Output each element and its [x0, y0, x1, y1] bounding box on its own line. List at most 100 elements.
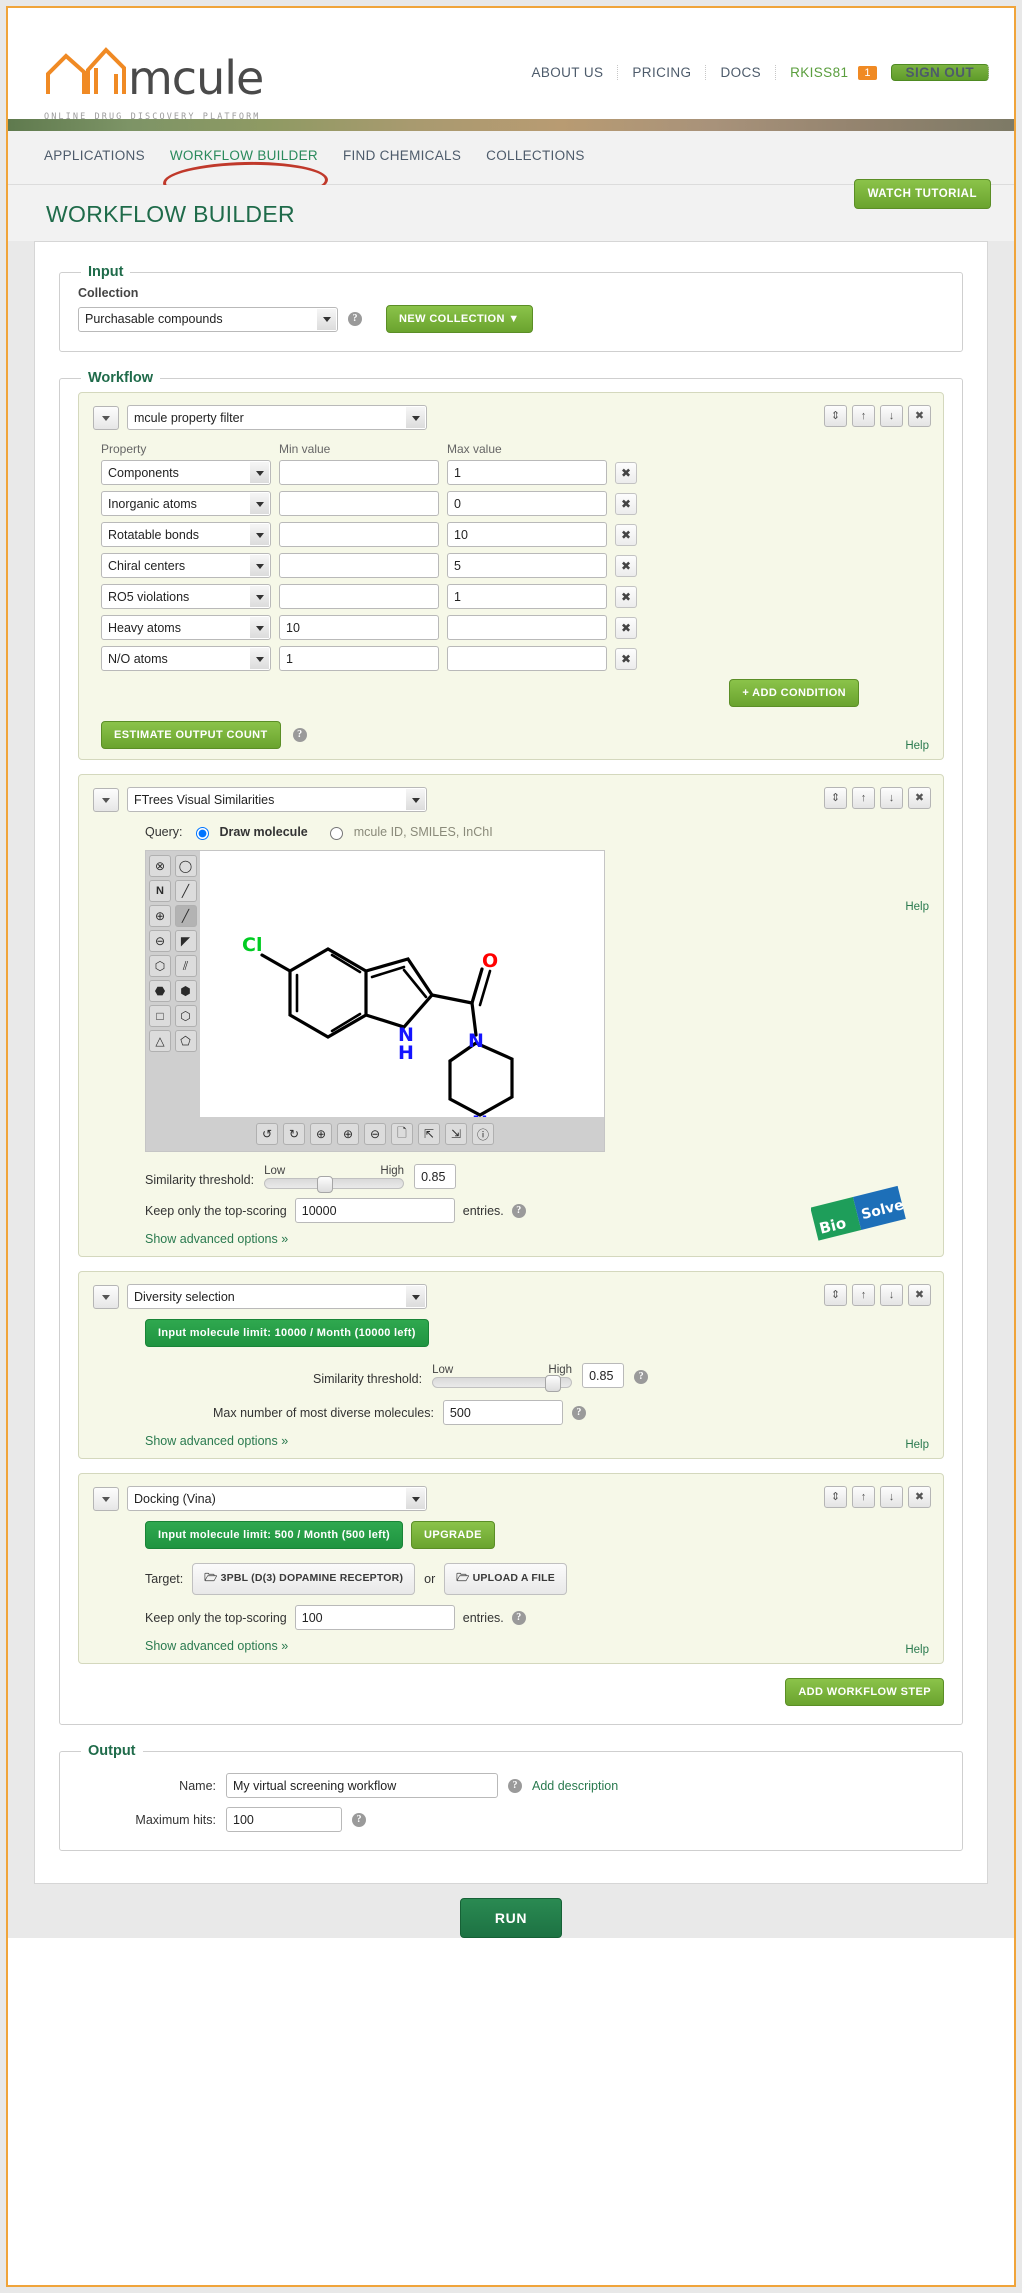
step4-topscoring-help-icon[interactable]: ? — [511, 1610, 526, 1625]
nav-docs[interactable]: DOCS — [706, 65, 777, 80]
output-name-input[interactable] — [226, 1773, 498, 1798]
move-up-icon[interactable]: ↑ — [852, 405, 875, 427]
remove-step-icon[interactable]: ✖ — [908, 1284, 931, 1306]
condition-property-select[interactable]: Heavy atoms — [101, 615, 271, 640]
estimate-help-icon[interactable]: ? — [292, 728, 307, 742]
remove-condition-icon[interactable]: ✖ — [615, 461, 637, 484]
shape-triangle-icon[interactable]: △ — [149, 1030, 171, 1052]
lasso-icon[interactable]: ◯ — [174, 855, 197, 877]
tab-collections[interactable]: COLLECTIONS — [486, 148, 585, 163]
ring-hexagon-icon[interactable]: ⬡ — [174, 1005, 197, 1027]
bond-wedge-icon[interactable]: ◤ — [174, 930, 197, 952]
condition-min-input[interactable] — [279, 460, 439, 485]
redo-icon[interactable]: ↻ — [283, 1123, 305, 1145]
nav-about-us[interactable]: ABOUT US — [517, 65, 619, 80]
step2-similarity-slider[interactable] — [264, 1176, 405, 1193]
center-icon[interactable]: ⊕ — [310, 1123, 332, 1145]
move-up-icon[interactable]: ↑ — [852, 1284, 875, 1306]
step2-similarity-value[interactable] — [414, 1164, 457, 1189]
move-down-icon[interactable]: ↓ — [880, 787, 903, 809]
charge-plus-icon[interactable]: ⊕ — [149, 905, 171, 927]
import-icon[interactable]: ⇱ — [418, 1123, 440, 1145]
step2-type-select[interactable]: FTrees Visual Similarities — [127, 787, 427, 812]
add-condition-button[interactable]: + ADD CONDITION — [729, 679, 859, 707]
collection-select[interactable]: Purchasable compounds — [78, 306, 338, 332]
remove-condition-icon[interactable]: ✖ — [615, 647, 637, 670]
notification-badge[interactable]: 1 — [858, 65, 877, 80]
zoom-in-icon[interactable]: ⊕ — [337, 1123, 359, 1145]
remove-step-icon[interactable]: ✖ — [908, 787, 931, 809]
ring-heptagon-icon[interactable]: ⬡ — [149, 955, 171, 977]
add-workflow-step-button[interactable]: ADD WORKFLOW STEP — [785, 1678, 944, 1706]
run-button[interactable]: RUN — [459, 1898, 563, 1938]
nav-username[interactable]: RKISS81 — [776, 65, 854, 80]
condition-property-select-wrap[interactable]: RO5 violations — [101, 584, 271, 609]
condition-property-select[interactable]: Components — [101, 460, 271, 485]
shape-square-icon[interactable]: □ — [149, 1005, 171, 1027]
step3-help-link[interactable]: Help — [905, 1439, 929, 1451]
step4-type-select[interactable]: Docking (Vina) — [127, 1486, 427, 1511]
slider-knob[interactable] — [545, 1375, 562, 1392]
move-down-icon[interactable]: ↓ — [880, 405, 903, 427]
bond-single-icon[interactable]: ╱ — [174, 905, 197, 927]
condition-max-input[interactable] — [447, 491, 607, 516]
condition-min-input[interactable] — [279, 584, 439, 609]
query-radio-draw[interactable] — [195, 827, 209, 840]
condition-property-select[interactable]: N/O atoms — [101, 646, 271, 671]
molecule-canvas[interactable]: Cl N H O N N — [200, 851, 604, 1151]
step3-type-select[interactable]: Diversity selection — [127, 1284, 427, 1309]
export-icon[interactable]: ⇲ — [445, 1123, 467, 1145]
mcule-logo[interactable]: mcule — [44, 38, 264, 105]
collapse-toggle-icon[interactable] — [93, 787, 119, 812]
molecule-editor[interactable]: ⊗ ◯ N ╱ ⊕ ╱ ⊖ ◤ ⬡ ⫽ ⬣ ⬢ □ ⬡ △ ⬠ Cl N H O… — [145, 850, 605, 1152]
move-down-icon[interactable]: ↓ — [880, 1486, 903, 1508]
step1-help-link[interactable]: Help — [905, 740, 929, 752]
condition-min-input[interactable] — [279, 553, 439, 578]
step3-similarity-help-icon[interactable]: ? — [634, 1370, 649, 1384]
condition-property-select-wrap[interactable]: Components — [101, 460, 271, 485]
erase-icon[interactable]: ⊗ — [149, 855, 171, 877]
step3-similarity-slider[interactable] — [432, 1375, 573, 1392]
charge-minus-icon[interactable]: ⊖ — [149, 930, 171, 952]
bond-hash-icon[interactable]: ⫽ — [174, 955, 197, 977]
move-down-icon[interactable]: ↓ — [880, 1284, 903, 1306]
upload-file-button[interactable]: 🗁 UPLOAD A FILE — [444, 1563, 567, 1595]
condition-property-select-wrap[interactable]: Heavy atoms — [101, 615, 271, 640]
collapse-toggle-icon[interactable] — [93, 405, 119, 430]
max-hits-input[interactable] — [226, 1807, 342, 1832]
atom-n-icon[interactable]: N — [149, 880, 171, 902]
remove-condition-icon[interactable]: ✖ — [615, 492, 637, 515]
condition-min-input[interactable] — [279, 491, 439, 516]
step3-max-diverse-help-icon[interactable]: ? — [571, 1405, 586, 1420]
condition-max-input[interactable] — [447, 553, 607, 578]
condition-property-select[interactable]: Rotatable bonds — [101, 522, 271, 547]
condition-max-input[interactable] — [447, 522, 607, 547]
condition-min-input[interactable] — [279, 615, 439, 640]
condition-max-input[interactable] — [447, 646, 607, 671]
move-up-icon[interactable]: ↑ — [852, 1486, 875, 1508]
step2-type-select-wrap[interactable]: FTrees Visual Similarities — [127, 787, 427, 812]
condition-max-input[interactable] — [447, 615, 607, 640]
collection-help-icon[interactable]: ? — [348, 312, 362, 326]
step3-max-diverse-input[interactable] — [442, 1400, 563, 1425]
step1-type-select[interactable]: mcule property filter — [127, 405, 427, 430]
step1-type-select-wrap[interactable]: mcule property filter — [127, 405, 427, 430]
ring-pentagon-icon[interactable]: ⬠ — [174, 1030, 197, 1052]
condition-min-input[interactable] — [279, 646, 439, 671]
upgrade-button[interactable]: UPGRADE — [411, 1521, 495, 1549]
target-select-button[interactable]: 🗁 3PBL (D(3) DOPAMINE RECEPTOR) — [192, 1563, 416, 1595]
tab-applications[interactable]: APPLICATIONS — [44, 148, 145, 163]
remove-condition-icon[interactable]: ✖ — [615, 585, 637, 608]
info-icon[interactable]: ⓘ — [472, 1123, 494, 1145]
ring-octagon-icon[interactable]: ⬣ — [149, 980, 171, 1002]
condition-property-select[interactable]: Chiral centers — [101, 553, 271, 578]
step3-advanced-options-link[interactable]: Show advanced options » — [145, 1434, 929, 1448]
zoom-out-icon[interactable]: ⊖ — [364, 1123, 386, 1145]
step3-similarity-value[interactable] — [582, 1363, 625, 1388]
undo-icon[interactable]: ↺ — [256, 1123, 278, 1145]
step4-help-link[interactable]: Help — [905, 1644, 929, 1656]
step3-type-select-wrap[interactable]: Diversity selection — [127, 1284, 427, 1309]
condition-property-select-wrap[interactable]: N/O atoms — [101, 646, 271, 671]
tab-find-chemicals[interactable]: FIND CHEMICALS — [343, 148, 461, 163]
max-hits-help-icon[interactable]: ? — [352, 1812, 366, 1827]
